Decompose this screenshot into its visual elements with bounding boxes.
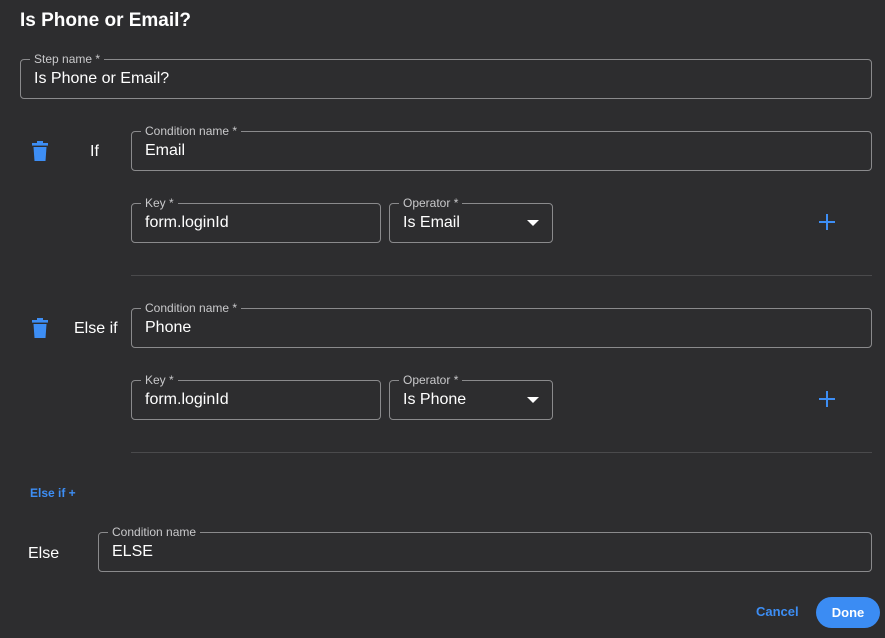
condition-2-divider — [131, 452, 872, 453]
add-rule-condition-2-plus-icon[interactable] — [818, 390, 836, 408]
dialog-title: Is Phone or Email? — [20, 10, 192, 31]
condition-2-key-value: form.loginId — [145, 391, 229, 408]
condition-1-operator-select[interactable]: Operator * Is Email — [389, 196, 553, 243]
delete-condition-2-trash-icon[interactable] — [32, 318, 48, 338]
condition-2-name-field[interactable]: Condition name * Phone — [131, 301, 872, 348]
delete-condition-1-trash-icon[interactable] — [32, 141, 48, 161]
condition-2-name-value: Phone — [145, 319, 192, 336]
condition-1-row-label: If — [90, 143, 99, 160]
add-else-if-button[interactable]: Else if + — [30, 486, 76, 500]
condition-1-name-value: Email — [145, 142, 186, 159]
condition-2-operator-select[interactable]: Operator * Is Phone — [389, 373, 553, 420]
else-condition-name-value: ELSE — [112, 543, 153, 560]
condition-1-operator-value: Is Email — [403, 214, 460, 231]
step-name-value: Is Phone or Email? — [34, 70, 170, 87]
step-name-field[interactable]: Step name * Is Phone or Email? — [20, 52, 872, 99]
else-row-label: Else — [28, 545, 60, 562]
condition-2-key-field[interactable]: Key * form.loginId — [131, 373, 381, 420]
condition-1-key-field[interactable]: Key * form.loginId — [131, 196, 381, 243]
condition-1-divider — [131, 275, 872, 276]
done-button[interactable]: Done — [816, 597, 880, 628]
cancel-button[interactable]: Cancel — [756, 604, 799, 619]
condition-1-name-field[interactable]: Condition name * Email — [131, 124, 872, 171]
dropdown-caret-icon — [527, 220, 539, 226]
condition-1-key-value: form.loginId — [145, 214, 229, 231]
dropdown-caret-icon — [527, 397, 539, 403]
condition-2-row-label: Else if — [74, 320, 118, 337]
else-condition-name-field[interactable]: Condition name ELSE — [98, 525, 872, 572]
add-rule-condition-1-plus-icon[interactable] — [818, 213, 836, 231]
condition-2-operator-value: Is Phone — [403, 391, 467, 408]
